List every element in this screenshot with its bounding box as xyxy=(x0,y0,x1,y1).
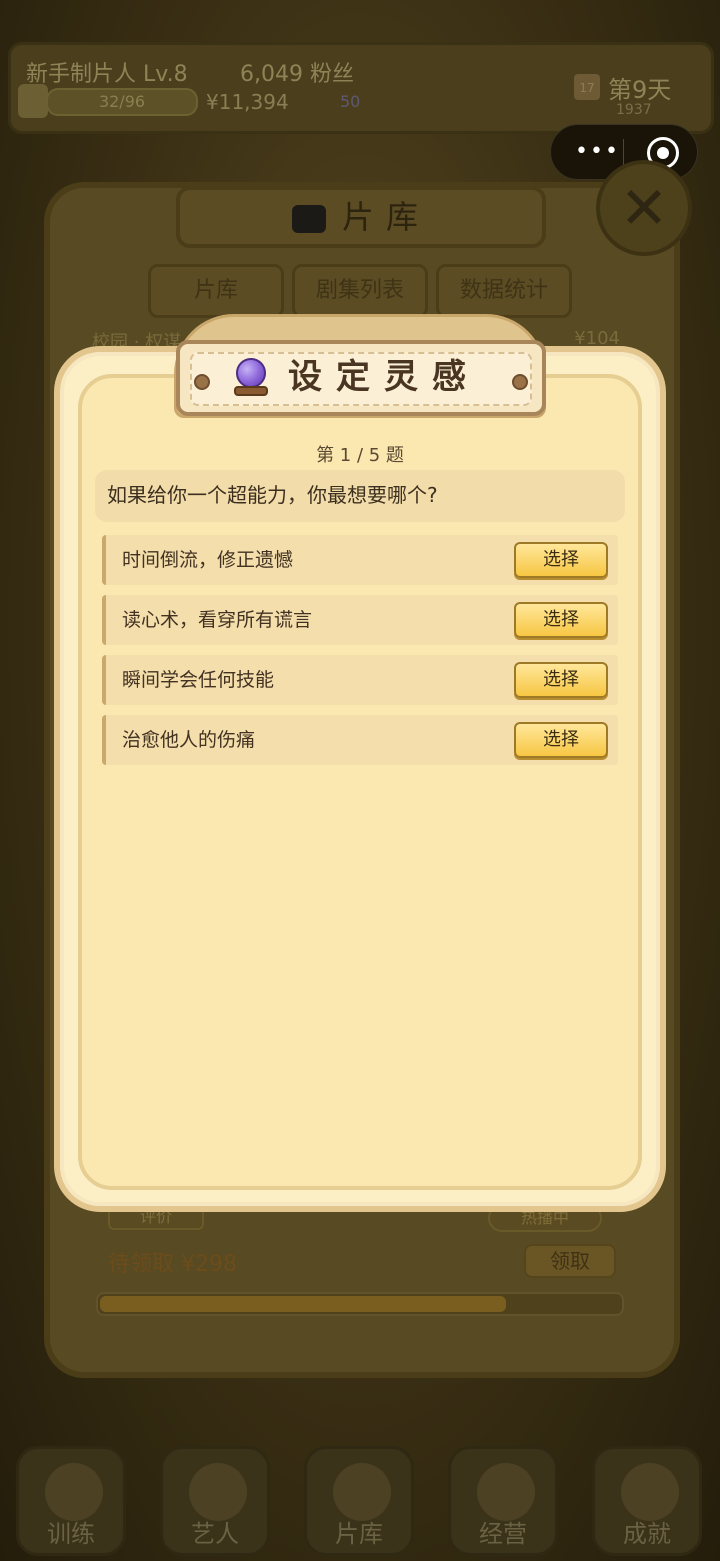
gem-value: 50 xyxy=(340,92,361,111)
option-row: 时间倒流，修正遗憾 选择 xyxy=(102,535,618,585)
select-button[interactable]: 选择 xyxy=(514,542,608,578)
day-counter: 第9天 xyxy=(608,76,672,104)
select-button[interactable]: 选择 xyxy=(514,722,608,758)
crystal-ball-icon xyxy=(234,358,268,398)
dialog-title: 设定灵感 xyxy=(288,357,480,397)
money-value: ¥11,394 xyxy=(206,90,289,114)
question-box: 如果给你一个超能力，你最想要哪个? xyxy=(95,470,625,522)
option-text: 读心术，看穿所有谎言 xyxy=(122,609,313,631)
select-button[interactable]: 选择 xyxy=(514,602,608,638)
rivet-icon xyxy=(194,374,210,390)
pending-reward: 待领取 ¥298 xyxy=(108,1252,237,1277)
nav-label: 成就 xyxy=(623,1520,671,1548)
option-text: 时间倒流，修正遗憾 xyxy=(122,549,294,571)
tab-episodes[interactable]: 剧集列表 xyxy=(292,264,428,318)
nav-item-artists[interactable]: 艺人 xyxy=(160,1446,270,1556)
xp-bar: 32/96 xyxy=(46,88,198,116)
library-tabs: 片库 剧集列表 数据统计 xyxy=(148,264,574,318)
nav-item-training[interactable]: 训练 xyxy=(16,1446,126,1556)
option-row: 治愈他人的伤痛 选择 xyxy=(102,715,618,765)
star-icon xyxy=(189,1463,247,1521)
fans-count: 6,049 粉丝 xyxy=(240,62,354,87)
bottom-nav: 训练 艺人 片库 经营 成就 xyxy=(0,1436,720,1561)
dumbbell-icon xyxy=(45,1463,103,1521)
trophy-icon xyxy=(621,1463,679,1521)
avatar xyxy=(18,84,48,118)
option-row: 瞬间学会任何技能 选择 xyxy=(102,655,618,705)
option-text: 瞬间学会任何技能 xyxy=(122,669,275,691)
option-row: 读心术，看穿所有谎言 选择 xyxy=(102,595,618,645)
nav-label: 艺人 xyxy=(191,1520,239,1548)
more-menu-button[interactable]: ••• xyxy=(575,139,620,165)
nav-item-library[interactable]: 片库 xyxy=(304,1446,414,1556)
tv-icon xyxy=(291,205,326,233)
rivet-icon xyxy=(512,374,528,390)
calendar-icon: 17 xyxy=(574,74,600,100)
day-sub-value: 1937 xyxy=(616,102,652,118)
collect-button[interactable]: 领取 xyxy=(524,1244,616,1278)
capsule-divider xyxy=(623,139,624,167)
progress-bar-fill xyxy=(100,1296,506,1312)
nav-item-business[interactable]: 经营 xyxy=(448,1446,558,1556)
library-close-button[interactable]: ✕ xyxy=(596,160,692,256)
question-text: 如果给你一个超能力，你最想要哪个? xyxy=(107,483,438,507)
nav-label: 经营 xyxy=(479,1520,527,1548)
tab-statistics[interactable]: 数据统计 xyxy=(436,264,572,318)
option-text: 治愈他人的伤痛 xyxy=(122,729,256,751)
dialog-header: 设定灵感 xyxy=(176,340,546,416)
nav-label: 训练 xyxy=(47,1520,95,1548)
progress-bar xyxy=(96,1292,624,1316)
nav-item-achievements[interactable]: 成就 xyxy=(592,1446,702,1556)
library-title: 片库 xyxy=(176,186,546,248)
film-reel-icon xyxy=(333,1463,391,1521)
select-button[interactable]: 选择 xyxy=(514,662,608,698)
shop-icon xyxy=(477,1463,535,1521)
tab-library[interactable]: 片库 xyxy=(148,264,284,318)
question-progress: 第 1 / 5 题 xyxy=(316,445,404,466)
nav-label: 片库 xyxy=(335,1520,383,1548)
player-title: 新手制片人 Lv.8 xyxy=(26,62,188,87)
